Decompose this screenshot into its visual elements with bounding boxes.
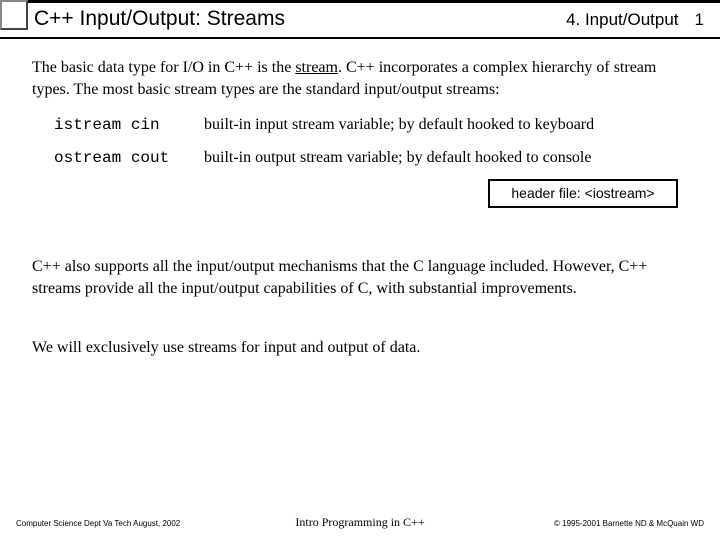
paragraph-3: We will exclusively use streams for inpu… [32,337,688,359]
definition-term: istream cin [54,115,204,137]
intro-underlined: stream [295,59,338,76]
slide-footer: Computer Science Dept Va Tech August, 20… [0,515,720,530]
footer-center: Intro Programming in C++ [245,515,474,530]
slide-header: C++ Input/Output: Streams 4. Input/Outpu… [0,3,720,39]
definition-row: istream cin built-in input stream variab… [54,114,688,137]
section-label: 4. Input/Output [566,10,678,30]
footer-right: © 1995-2001 Barnette ND & McQuain WD [475,519,704,528]
definition-row: ostream cout built-in output stream vari… [54,147,688,170]
intro-paragraph: The basic data type for I/O in C++ is th… [32,57,688,100]
corner-decoration [0,0,28,30]
definition-desc: built-in input stream variable; by defau… [204,114,594,136]
intro-pre: The basic data type for I/O in C++ is th… [32,59,295,76]
slide: C++ Input/Output: Streams 4. Input/Outpu… [0,0,720,540]
footer-left: Computer Science Dept Va Tech August, 20… [16,519,245,528]
slide-body: The basic data type for I/O in C++ is th… [0,39,720,359]
spacer [32,208,688,256]
spacer [32,313,688,337]
definition-desc: built-in output stream variable; by defa… [204,147,591,169]
slide-title: C++ Input/Output: Streams [34,7,566,31]
definitions-list: istream cin built-in input stream variab… [54,114,688,169]
header-file-box: header file: <iostream> [488,179,678,208]
definition-term: ostream cout [54,148,204,170]
page-number: 1 [695,10,704,30]
paragraph-2: C++ also supports all the input/output m… [32,256,688,299]
